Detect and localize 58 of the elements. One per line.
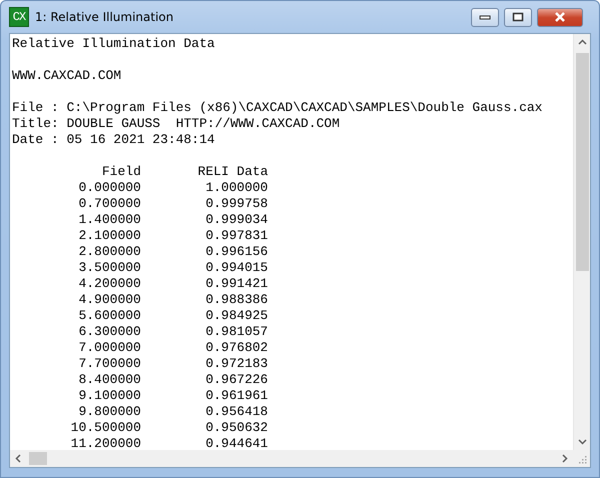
table-cell-text: 0.999758: [204, 196, 268, 212]
minimize-icon: [479, 14, 491, 20]
table-cell-text: 4.200000: [78, 276, 141, 292]
table-cell-text: 0.996156: [204, 244, 268, 260]
table-cell-text: 2.800000: [78, 244, 141, 260]
table-cell-text: 5.600000: [78, 308, 141, 324]
text-line: Title: DOUBLE GAUSS HTTP://WWW.CAXCAD.COM: [12, 116, 341, 132]
text-line: WWW.CAXCAD.COM: [12, 68, 122, 84]
horizontal-scrollbar[interactable]: [10, 450, 573, 467]
text-line: Date : 05 16 2021 23:48:14: [12, 132, 216, 148]
column-header: RELI Data: [196, 164, 268, 180]
table-cell-text: 10.500000: [70, 420, 141, 436]
table-cell-text: 0.967226: [204, 372, 268, 388]
table-cell-text: 0.700000: [78, 196, 141, 212]
maximize-button[interactable]: [504, 8, 532, 26]
table-cell-text: 8.400000: [78, 372, 141, 388]
table-cell-text: 0.956418: [204, 404, 268, 420]
table-cell-text: 0.944641: [204, 436, 268, 450]
table-cell-text: 0.000000: [78, 180, 141, 196]
scroll-up-icon[interactable]: [578, 38, 586, 47]
table-cell-text: 3.500000: [78, 260, 141, 276]
table-cell-text: 0.988386: [204, 292, 268, 308]
table-cell-text: 0.981057: [204, 324, 268, 340]
scroll-thumb[interactable]: [29, 452, 47, 465]
table-cell-text: 9.100000: [78, 388, 141, 404]
resize-grip-icon[interactable]: [578, 455, 587, 464]
close-button[interactable]: [537, 8, 583, 26]
scroll-thumb[interactable]: [576, 53, 588, 271]
text-line: Relative Illumination Data: [12, 36, 216, 52]
table-cell-text: 9.800000: [78, 404, 141, 420]
table-cell-text: 0.999034: [204, 212, 268, 228]
table-cell-text: 0.976802: [204, 340, 268, 356]
table-cell-text: 0.950632: [204, 420, 268, 436]
maximize-icon: [512, 12, 524, 22]
table-cell-text: 7.700000: [78, 356, 141, 372]
close-icon: [554, 12, 566, 22]
table-cell-text: 6.300000: [78, 324, 141, 340]
table-cell-text: 2.100000: [78, 228, 141, 244]
table-cell-text: 1.000000: [204, 180, 268, 196]
table-cell-text: 1.400000: [78, 212, 141, 228]
table-cell-text: 0.991421: [204, 276, 268, 292]
text-line: File : C:\Program Files (x86)\CAXCAD\CAXCAD\SAMPLES\Double Gauss.cax: [12, 100, 544, 116]
scroll-left-icon[interactable]: [14, 454, 23, 463]
table-cell-text: 0.997831: [204, 228, 268, 244]
table-cell-text: 0.961961: [204, 388, 268, 404]
table-cell-text: 7.000000: [78, 340, 141, 356]
minimize-button[interactable]: [471, 8, 499, 26]
scroll-right-icon[interactable]: [560, 454, 569, 463]
scroll-down-icon[interactable]: [578, 437, 586, 446]
window-title: 1: Relative Illumination: [35, 10, 174, 24]
table-cell-text: 4.900000: [78, 292, 141, 308]
column-header: Field: [100, 164, 141, 180]
vertical-scrollbar[interactable]: [573, 34, 590, 450]
table-cell-text: 11.200000: [70, 436, 141, 450]
table-cell-text: 0.972183: [204, 356, 268, 372]
table-cell-text: 0.994015: [204, 260, 268, 276]
table-cell-text: 0.984925: [204, 308, 268, 324]
app-icon: CX: [9, 7, 29, 27]
